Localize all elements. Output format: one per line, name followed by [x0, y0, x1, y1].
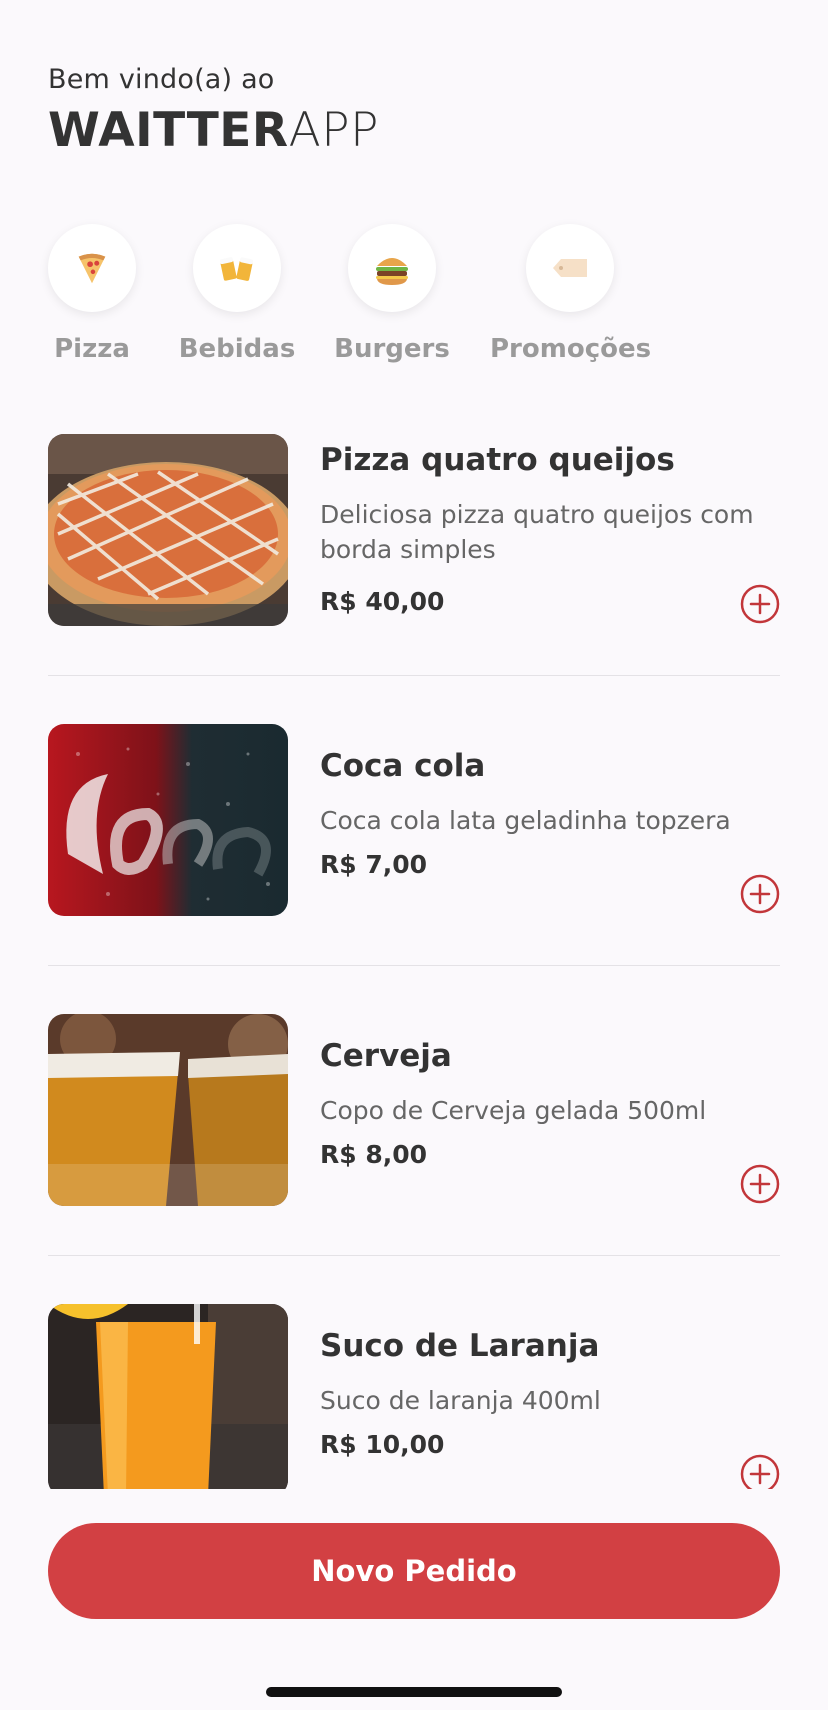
new-order-button[interactable]: Novo Pedido: [48, 1523, 780, 1619]
divider: [48, 1255, 780, 1256]
brand-bold-text: WAITTER: [48, 103, 289, 158]
add-to-order-button[interactable]: [740, 874, 780, 914]
product-image-coca-cola: [48, 724, 288, 916]
welcome-text: Bem vindo(a) ao: [48, 64, 275, 95]
plus-circle-icon: [740, 1164, 780, 1204]
category-bebidas[interactable]: Bebidas: [157, 224, 317, 364]
product-image-orange-juice: [48, 1304, 288, 1489]
add-to-order-button[interactable]: [740, 1164, 780, 1204]
category-icon-circle: [193, 224, 281, 312]
product-price: R$ 8,00: [320, 1140, 428, 1169]
price-tag-icon: [553, 259, 587, 277]
product-image-pizza: [48, 434, 288, 626]
category-icon-circle: [526, 224, 614, 312]
plus-circle-icon: [740, 1454, 780, 1489]
product-description: Suco de laranja 400ml: [320, 1386, 601, 1415]
category-burgers[interactable]: Burgers: [312, 224, 472, 364]
product-item[interactable]: Coca cola Coca cola lata geladinha topze…: [48, 724, 780, 1014]
product-description: Copo de Cerveja gelada 500ml: [320, 1096, 707, 1125]
beer-mugs-icon: [220, 257, 253, 281]
product-price: R$ 7,00: [320, 850, 428, 879]
product-name: Coca cola: [320, 748, 486, 784]
category-pizza[interactable]: Pizza: [12, 224, 172, 364]
header: Bem vindo(a) ao WAITTERAPP: [48, 62, 379, 158]
add-to-order-button[interactable]: [740, 1454, 780, 1489]
category-label: Burgers: [334, 334, 450, 364]
category-list: Pizza Bebidas Burgers Promoções: [0, 224, 828, 374]
brand-light-text: APP: [288, 103, 379, 158]
plus-circle-icon: [740, 584, 780, 624]
product-list[interactable]: Pizza quatro queijos Deliciosa pizza qua…: [48, 434, 780, 1489]
category-label: Bebidas: [178, 334, 296, 364]
category-promocoes[interactable]: Promoções: [490, 224, 652, 364]
home-indicator[interactable]: [266, 1687, 562, 1697]
plus-circle-icon: [740, 874, 780, 914]
product-description: Deliciosa pizza quatro queijos com borda…: [320, 500, 754, 564]
pizza-icon: [78, 253, 106, 284]
add-to-order-button[interactable]: [740, 584, 780, 624]
footer: Novo Pedido: [0, 1490, 828, 1710]
product-name: Cerveja: [320, 1038, 452, 1074]
category-label: Pizza: [54, 334, 130, 364]
product-item[interactable]: Suco de Laranja Suco de laranja 400ml R$…: [48, 1304, 780, 1489]
category-label: Promoções: [490, 334, 652, 364]
product-item[interactable]: Cerveja Copo de Cerveja gelada 500ml R$ …: [48, 1014, 780, 1304]
divider: [48, 965, 780, 966]
product-name: Pizza quatro queijos: [320, 442, 675, 478]
category-icon-circle: [348, 224, 436, 312]
product-name: Suco de Laranja: [320, 1328, 600, 1364]
product-price: R$ 10,00: [320, 1430, 445, 1459]
category-icon-circle: [48, 224, 136, 312]
burger-icon: [376, 258, 408, 285]
app-logo: WAITTERAPP: [48, 104, 379, 158]
product-image-beer: [48, 1014, 288, 1206]
product-description: Coca cola lata geladinha topzera: [320, 806, 731, 835]
divider: [48, 675, 780, 676]
product-price: R$ 40,00: [320, 587, 445, 616]
product-item[interactable]: Pizza quatro queijos Deliciosa pizza qua…: [48, 434, 780, 724]
